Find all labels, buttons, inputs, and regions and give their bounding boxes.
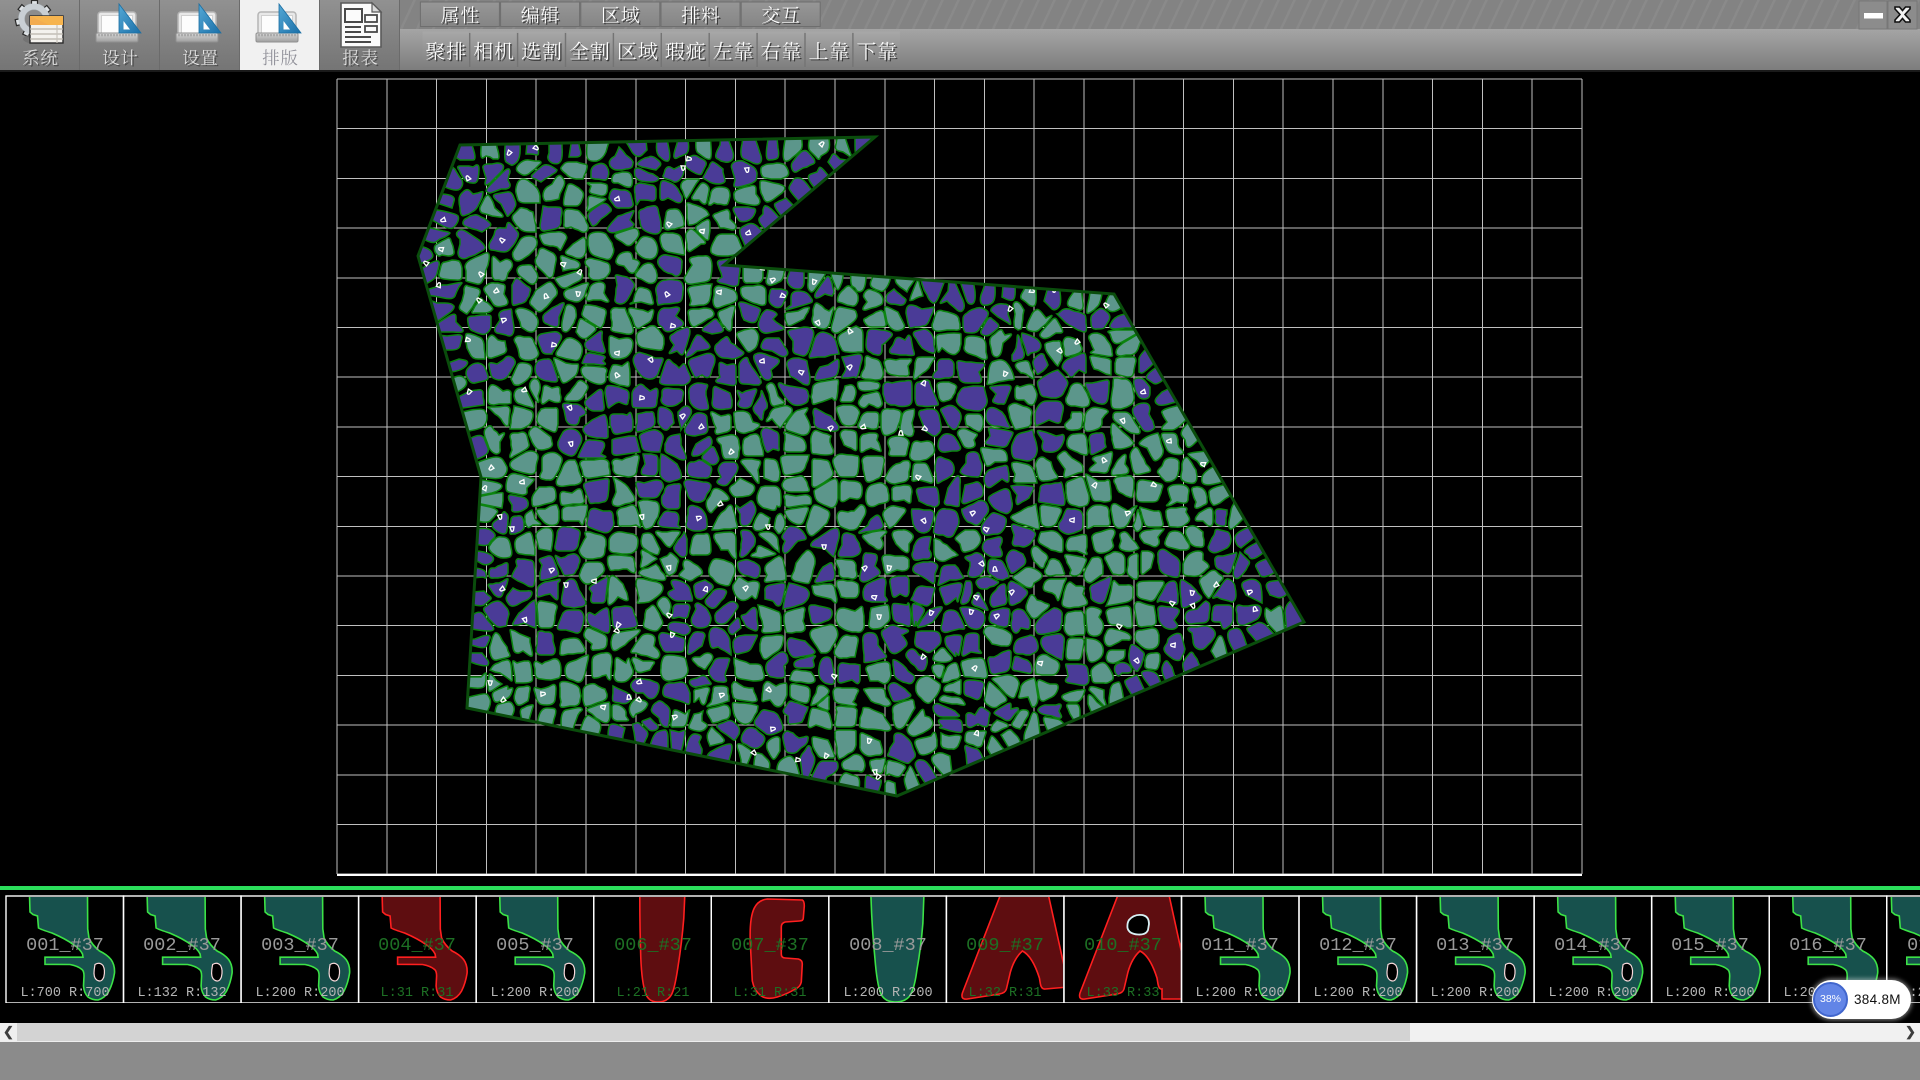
svg-text:004_#37: 004_#37 xyxy=(378,935,456,956)
svg-text:L:31 R:31: L:31 R:31 xyxy=(381,986,454,1001)
svg-text:L:200 R:200: L:200 R:200 xyxy=(1195,986,1284,1001)
svg-text:008_#37: 008_#37 xyxy=(849,935,927,956)
svg-text:L:200 R:200: L:200 R:200 xyxy=(1430,986,1519,1001)
svg-text:003_#37: 003_#37 xyxy=(261,935,339,956)
svg-text:006_#37: 006_#37 xyxy=(614,935,692,956)
svg-text:015_#37: 015_#37 xyxy=(1671,935,1749,956)
svg-text:010_#37: 010_#37 xyxy=(1084,935,1162,956)
svg-text:001_#37: 001_#37 xyxy=(26,935,104,956)
svg-text:L:200 R:200: L:200 R:200 xyxy=(1665,986,1754,1001)
svg-text:L:200 R:200: L:200 R:200 xyxy=(1313,986,1402,1001)
svg-text:012_#37: 012_#37 xyxy=(1319,935,1397,956)
svg-text:014_#37: 014_#37 xyxy=(1554,935,1632,956)
svg-text:L:200 R:200: L:200 R:200 xyxy=(255,986,344,1001)
svg-text:016_#37: 016_#37 xyxy=(1789,935,1867,956)
svg-text:009_#37: 009_#37 xyxy=(966,935,1044,956)
svg-text:013_#37: 013_#37 xyxy=(1436,935,1514,956)
svg-text:007_#37: 007_#37 xyxy=(731,935,809,956)
svg-text:L:32 R:31: L:32 R:31 xyxy=(969,986,1042,1001)
svg-text:005_#37: 005_#37 xyxy=(496,935,574,956)
svg-text:L:700 R:700: L:700 R:700 xyxy=(20,986,109,1001)
svg-text:L:21 R:21: L:21 R:21 xyxy=(617,986,690,1001)
svg-text:L:200 R:200: L:200 R:200 xyxy=(843,986,932,1001)
svg-text:011_#37: 011_#37 xyxy=(1201,935,1279,956)
svg-text:L:33 R:33: L:33 R:33 xyxy=(1087,986,1160,1001)
svg-text:017_#37: 017_#37 xyxy=(1907,935,1920,956)
svg-text:L:200 R:200: L:200 R:200 xyxy=(490,986,579,1001)
svg-text:L:31 R:31: L:31 R:31 xyxy=(734,986,807,1001)
svg-text:002_#37: 002_#37 xyxy=(143,935,221,956)
svg-text:L:132 R:132: L:132 R:132 xyxy=(137,986,226,1001)
svg-text:L:200 R:200: L:200 R:200 xyxy=(1548,986,1637,1001)
